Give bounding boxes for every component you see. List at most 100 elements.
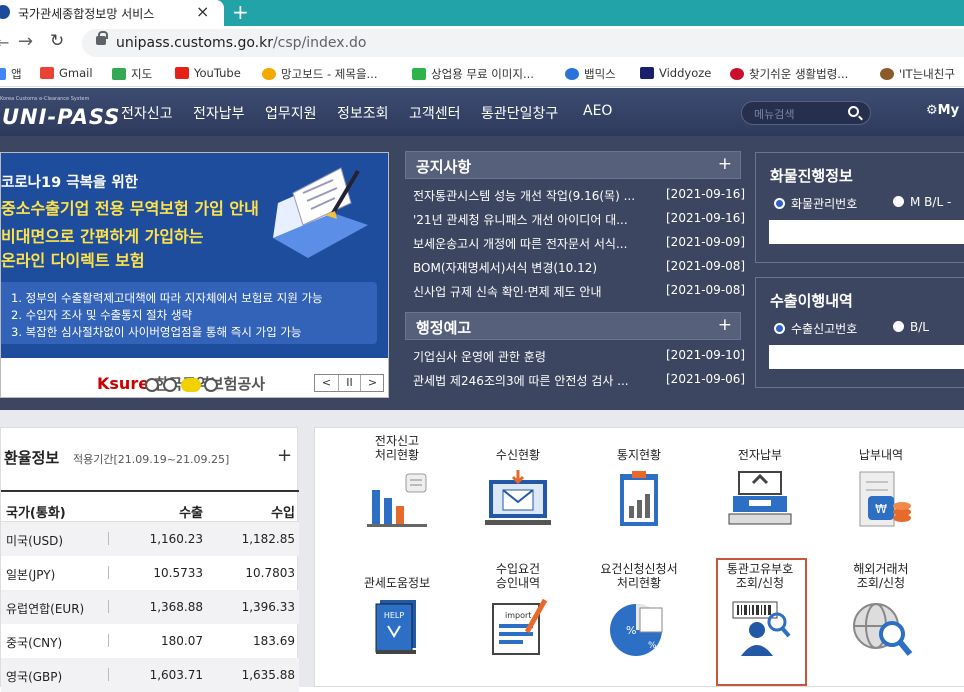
bookmark-free-images[interactable]: 상업용 무료 이미지... <box>412 66 534 82</box>
nav-customer-center[interactable]: 고객센터 <box>409 103 461 123</box>
banner-line-3: 비대면으로 간편하게 가입하는 <box>1 227 204 246</box>
service-customs-help[interactable]: 관세도움정보 HELP <box>349 560 445 661</box>
apps-grid-icon <box>0 68 6 80</box>
search-icon[interactable] <box>848 106 859 117</box>
menu-search-placeholder: 메뉴검색 <box>754 108 795 121</box>
reload-icon[interactable]: ↻ <box>50 31 64 51</box>
bookmark-apps[interactable]: 앱 <box>0 66 22 82</box>
bookmark-vapmix[interactable]: 뱁믹스 <box>565 66 616 82</box>
radio-cargo-number[interactable]: 화물관리번호 <box>774 195 857 212</box>
service-notice-status[interactable]: 통지현황 <box>591 432 687 533</box>
admin-more-plus-icon[interactable]: + <box>718 315 732 335</box>
banner-pager <box>145 378 219 395</box>
notice-title[interactable]: 공지사항 <box>416 156 471 177</box>
mypage-link[interactable]: ⚙My <box>926 103 959 118</box>
browser-tab[interactable]: 국가관세종합정보망 서비스 × <box>0 0 224 26</box>
admin-notice-title[interactable]: 행정예고 <box>416 317 471 338</box>
globe-search-icon <box>853 603 913 656</box>
promo-banner[interactable]: 코로나19 극복을 위한 중소수출기업 전용 무역보험 가입 안내 비대면으로 … <box>0 152 389 398</box>
banner-line-1: 코로나19 극복을 위한 <box>1 175 138 191</box>
pause-icon[interactable]: II <box>338 375 361 391</box>
export-number-input[interactable] <box>769 345 964 369</box>
lock-icon <box>96 31 108 45</box>
bookmark-youtube[interactable]: YouTube <box>175 66 241 80</box>
logo-subtitle: Korea Customs e-Clearance System <box>0 96 90 102</box>
rate-row: 미국(USD) 1,160.23 1,182.85 <box>1 522 299 556</box>
bear-icon <box>880 68 894 80</box>
nav-single-window[interactable]: 통관단일창구 <box>481 103 558 123</box>
gmail-icon <box>40 67 54 79</box>
service-received-status[interactable]: 수신현황 <box>470 432 566 533</box>
gear-icon: ⚙ <box>926 103 938 118</box>
tab-title: 국가관세종합정보망 서비스 <box>18 7 155 21</box>
receipt-coins-icon: ₩ <box>859 471 911 527</box>
forward-arrow-icon[interactable]: → <box>18 31 33 52</box>
banner-benefit: 2. 수입자 조사 및 수출통지 절차 생략 <box>11 308 193 322</box>
banner-pager-dot-active[interactable] <box>180 378 201 392</box>
help-book-icon: HELP <box>375 600 416 654</box>
nav-e-payment[interactable]: 전자납부 <box>193 103 245 123</box>
bookmark-maps[interactable]: 지도 <box>112 66 152 82</box>
bookmark-mangoboard[interactable]: 망고보드 - 제목을... <box>262 66 378 82</box>
exchange-rate-panel: 환율정보 적용기간[21.09.19~21.09.25] + 국가(통화) 수출… <box>0 427 299 692</box>
unipass-logo[interactable]: UNI-PASS <box>2 105 120 129</box>
svg-text:₩: ₩ <box>875 502 887 516</box>
nav-business-support[interactable]: 업무지원 <box>265 103 317 123</box>
rate-row: 일본(JPY) 10.5733 10.7803 <box>6 566 295 582</box>
banner-benefit: 3. 복잡한 심사절차없이 사이버영업점을 통해 즉시 가입 가능 <box>11 325 302 339</box>
rate-title: 환율정보 <box>4 449 60 467</box>
viddyoze-icon <box>640 67 654 79</box>
service-requirement-application[interactable]: 요건신청신청서 처리현황 %% <box>591 560 687 661</box>
nav-e-declaration[interactable]: 전자신고 <box>121 103 173 123</box>
youtube-icon <box>175 67 189 79</box>
bookmark-viddyoze[interactable]: Viddyoze <box>640 66 711 80</box>
export-history-box: 수출이행내역 수출신고번호 B/L <box>755 277 964 388</box>
service-e-payment[interactable]: 전자납부 <box>712 432 808 533</box>
bar-chart-icon <box>367 473 427 527</box>
url-text[interactable]: unipass.customs.go.kr/csp/index.do <box>116 35 366 51</box>
cargo-title: 화물진행정보 <box>770 167 853 185</box>
radio-empty-icon <box>893 321 904 332</box>
menu-search[interactable]: 메뉴검색 <box>741 101 871 125</box>
prev-arrow-icon[interactable]: < <box>315 375 338 391</box>
site-favicon-icon <box>0 5 10 19</box>
service-overseas-partner[interactable]: 해외거래처 조회/신청 <box>833 560 929 661</box>
new-tab-button[interactable]: + <box>232 0 249 24</box>
korea-flag-icon <box>730 68 744 80</box>
radio-bl[interactable]: B/L <box>893 320 929 334</box>
banner-benefits-box: 1. 정부의 수출활력제고대책에 따라 지자체에서 보험료 지원 가능 2. 수… <box>1 282 377 344</box>
radio-export-number[interactable]: 수출신고번호 <box>774 320 857 337</box>
rate-row: 유럽연합(EUR) 1,368.88 1,396.33 <box>1 590 299 624</box>
cargo-progress-box: 화물진행정보 화물관리번호 M B/L - <box>755 152 964 263</box>
service-payment-history[interactable]: 납부내역 ₩ <box>833 432 929 533</box>
banner-pager-dot[interactable] <box>145 378 159 392</box>
bookmark-law[interactable]: 찾기쉬운 생활법령... <box>730 66 848 82</box>
bookmarks-bar: 앱 Gmail 지도 YouTube 망고보드 - 제목을... 상업용 무료 … <box>0 60 964 87</box>
download-icon <box>565 68 579 80</box>
export-title: 수출이행내역 <box>770 292 853 310</box>
back-arrow-icon[interactable]: ← <box>0 33 9 52</box>
omnibox[interactable]: unipass.customs.go.kr/csp/index.do <box>82 29 964 57</box>
service-import-requirement[interactable]: 수입요건 승인내역 import <box>470 560 566 661</box>
blog-icon <box>412 68 426 80</box>
next-arrow-icon[interactable]: > <box>361 375 384 391</box>
radio-selected-icon <box>774 323 785 334</box>
banner-pager-dot[interactable] <box>204 378 219 392</box>
rate-more-plus-icon[interactable]: + <box>277 445 292 466</box>
notice-more-plus-icon[interactable]: + <box>718 154 732 174</box>
svg-text:%: % <box>626 624 636 637</box>
radio-mbl[interactable]: M B/L - <box>893 195 951 209</box>
svg-text:import: import <box>505 611 531 620</box>
bookmark-it-friend[interactable]: 'IT는내친구 <box>880 66 955 82</box>
svg-text:%: % <box>648 641 657 651</box>
tab-close-icon[interactable]: × <box>196 2 209 21</box>
bookmark-gmail[interactable]: Gmail <box>40 66 93 80</box>
rate-period: 적용기간[21.09.19~21.09.25] <box>73 453 230 466</box>
nav-aeo[interactable]: AEO <box>583 103 612 119</box>
nav-info-inquiry[interactable]: 정보조회 <box>337 103 389 123</box>
banner-pager-dot[interactable] <box>162 378 177 392</box>
service-e-declaration-status[interactable]: 전자신고 처리현황 <box>349 432 445 533</box>
cargo-number-input[interactable] <box>769 220 964 244</box>
radio-selected-icon <box>774 198 785 209</box>
browser-tabbar: 국가관세종합정보망 서비스 × + <box>0 0 964 26</box>
